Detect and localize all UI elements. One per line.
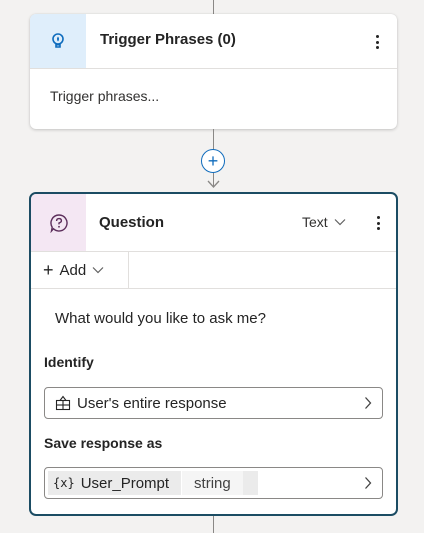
connector-arrow-icon <box>207 180 220 188</box>
question-bubble-icon <box>31 194 86 251</box>
variable-chip[interactable]: {x} User_Prompt string <box>48 471 258 495</box>
add-toolbar: + Add <box>31 252 396 289</box>
add-button[interactable]: + Add <box>31 252 129 288</box>
chevron-right-icon <box>365 397 372 409</box>
plus-icon: + <box>207 151 219 171</box>
trigger-card-title: Trigger Phrases (0) <box>100 31 236 48</box>
more-options-icon[interactable] <box>376 216 380 230</box>
entity-icon <box>55 395 71 411</box>
trigger-phrases-placeholder[interactable]: Trigger phrases... <box>50 88 159 104</box>
plus-icon: + <box>43 260 54 280</box>
question-card-header: Question Text <box>31 194 396 252</box>
variable-type: string <box>181 471 243 495</box>
question-prompt-text[interactable]: What would you like to ask me? <box>55 310 266 327</box>
trigger-phrases-card[interactable]: Trigger Phrases (0) Trigger phrases... <box>30 14 397 129</box>
chevron-down-icon <box>92 267 104 274</box>
save-response-label: Save response as <box>44 435 163 451</box>
save-variable-field[interactable]: {x} User_Prompt string <box>44 467 383 499</box>
connector-line-bottom <box>213 516 214 533</box>
chevron-down-icon <box>334 219 346 226</box>
variable-icon: {x} <box>53 476 75 490</box>
trigger-card-header: Trigger Phrases (0) <box>30 14 397 69</box>
identify-label: Identify <box>44 354 94 370</box>
add-button-label: Add <box>59 261 87 279</box>
add-node-button[interactable]: + <box>201 149 225 173</box>
identify-entity-field[interactable]: User's entire response <box>44 387 383 419</box>
identify-entity-value: User's entire response <box>77 395 227 412</box>
more-options-icon[interactable] <box>375 35 379 49</box>
question-card[interactable]: Question Text + Add What would you like … <box>29 192 398 516</box>
response-type-dropdown[interactable]: Text <box>302 214 346 230</box>
variable-name: User_Prompt <box>80 474 170 492</box>
question-card-title: Question <box>99 214 165 231</box>
response-type-label: Text <box>302 214 328 230</box>
chevron-right-icon <box>365 477 372 489</box>
lightbulb-icon <box>30 14 86 68</box>
connector-line-top <box>213 0 214 14</box>
